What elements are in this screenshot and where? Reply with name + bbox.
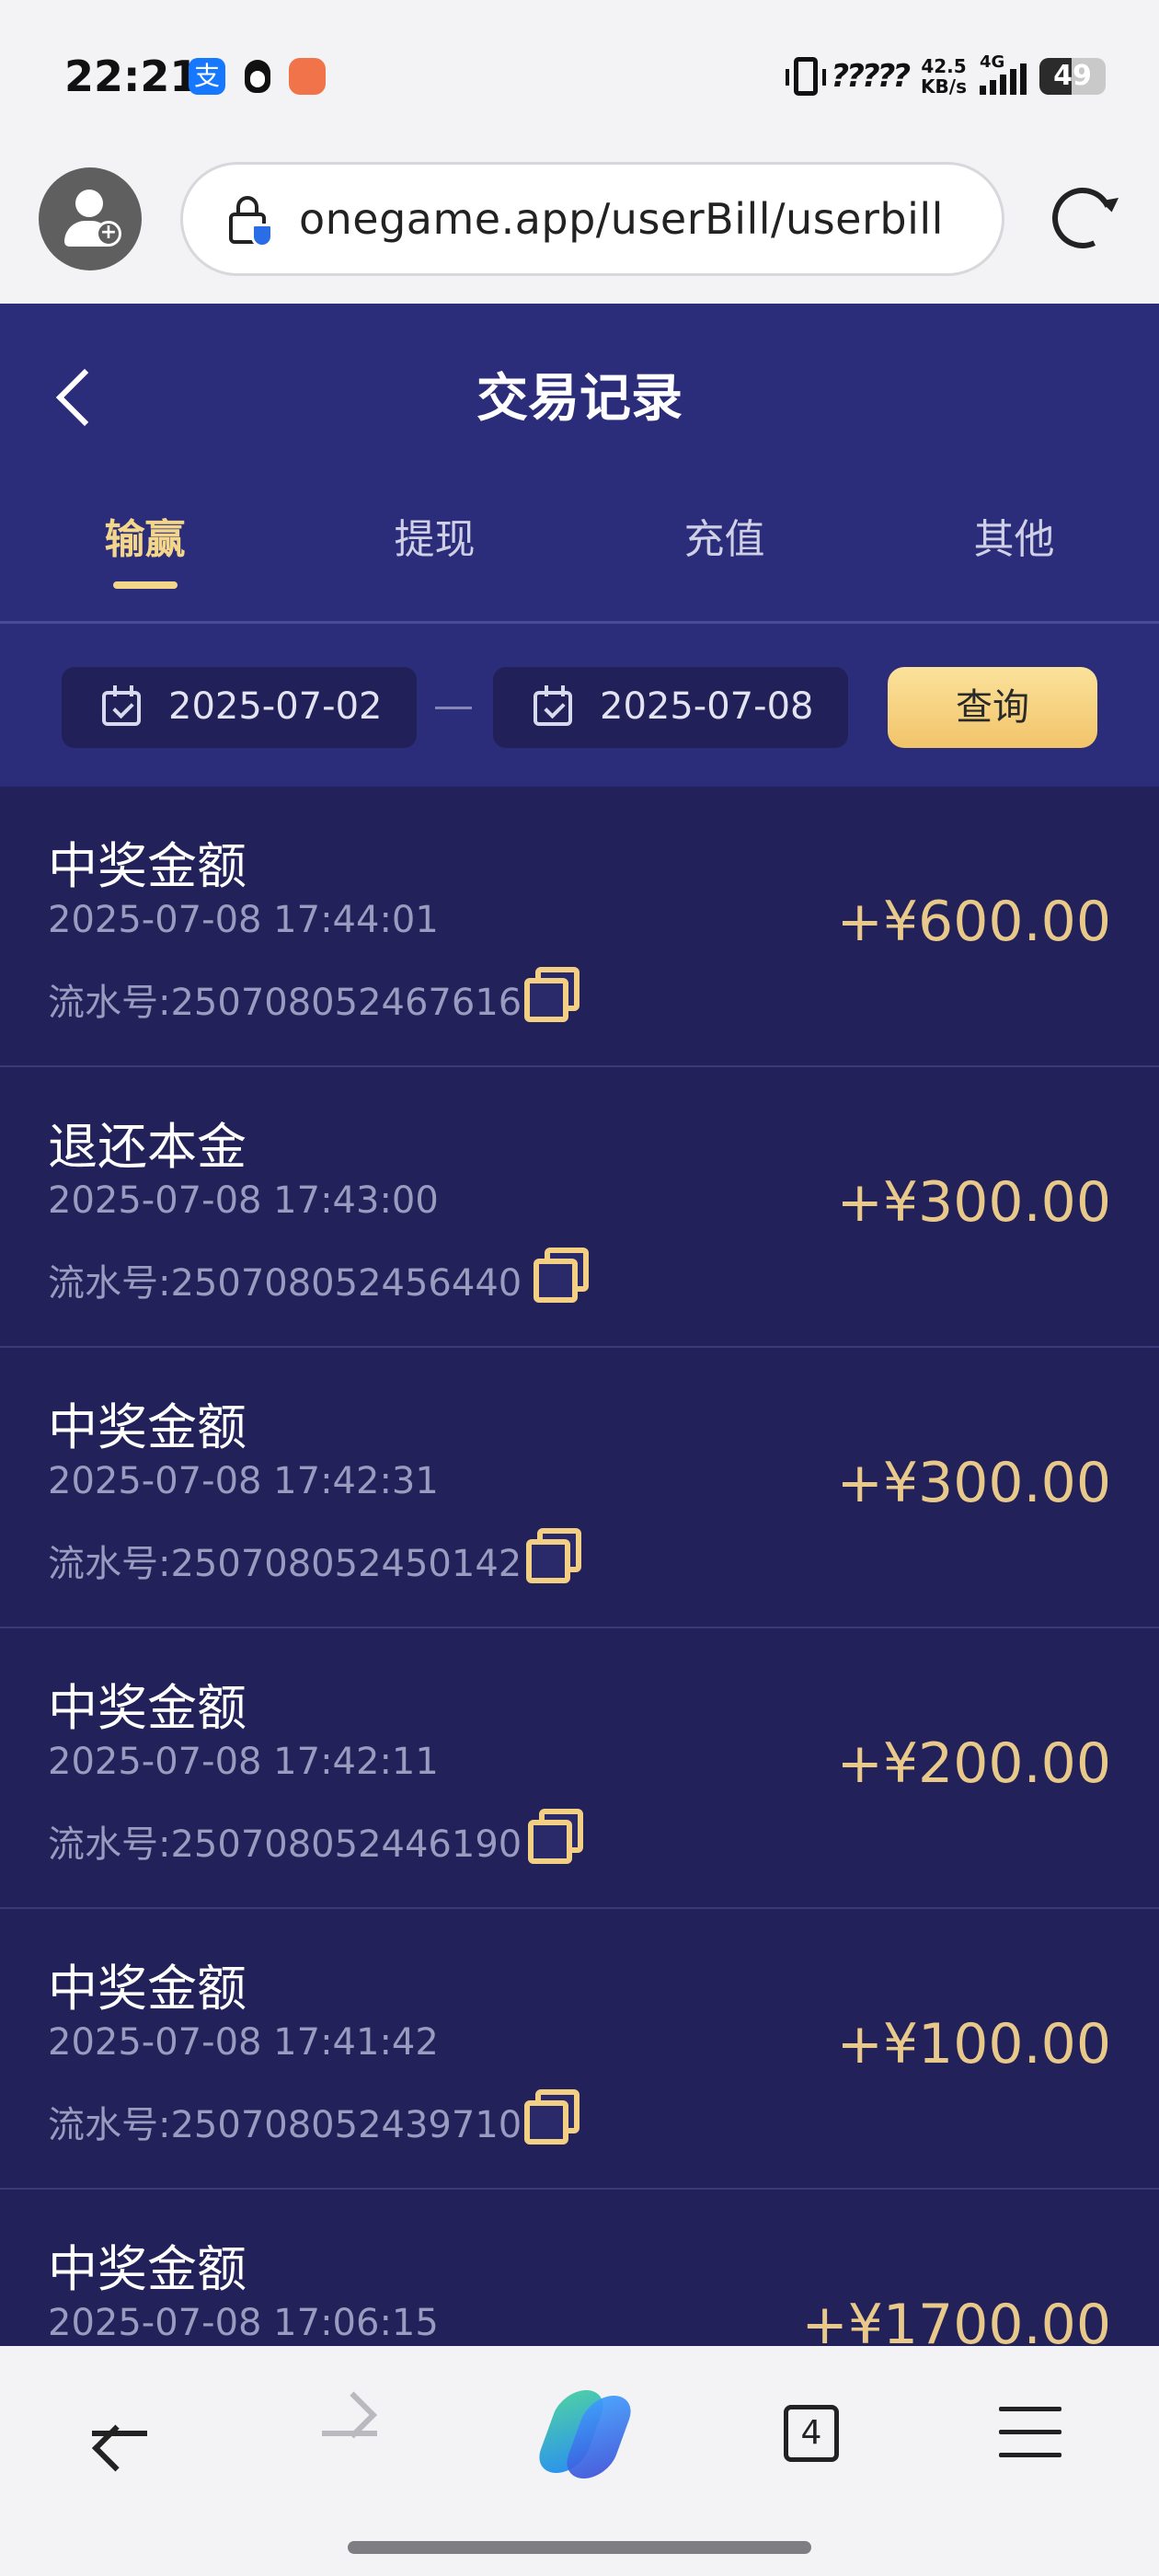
record-time: 2025-07-08 17:42:31 — [48, 1460, 439, 1502]
record-title: 中奖金额 — [48, 837, 247, 895]
record-serial: 流水号:250708052446190 — [48, 1823, 522, 1866]
end-date-picker[interactable]: 2025-07-08 — [493, 667, 848, 748]
tab-withdraw[interactable]: 提现 — [290, 506, 580, 565]
record-time: 2025-07-08 17:06:15 — [48, 2302, 439, 2344]
record-item[interactable]: 中奖金额 2025-07-08 17:42:31 流水号:25070805245… — [0, 1348, 1159, 1628]
fox-app-icon — [289, 58, 326, 95]
record-time: 2025-07-08 17:43:00 — [48, 1179, 439, 1222]
query-button[interactable]: 查询 — [888, 667, 1097, 748]
record-item[interactable]: 中奖金额 2025-07-08 17:44:01 流水号:25070805246… — [0, 787, 1159, 1067]
transaction-page: 交易记录 输赢 提现 充值 其他 2025-07-02 2025-07-08 查… — [0, 304, 1159, 2346]
profile-add-icon[interactable]: + — [39, 167, 142, 270]
start-date-picker[interactable]: 2025-07-02 — [62, 667, 417, 748]
record-serial: 流水号:250708052439710 — [48, 2104, 522, 2146]
record-tabs: 输赢 提现 充值 其他 — [0, 506, 1159, 604]
browser-bottom-nav: 4 — [0, 2346, 1159, 2576]
back-arrow-icon[interactable] — [92, 2431, 147, 2436]
signal-icon: 4G — [980, 52, 1027, 95]
menu-icon[interactable] — [999, 2407, 1061, 2458]
browser-toolbar: + onegame.app/userBill/userbill — [0, 156, 1159, 304]
battery-icon: 49 — [1039, 58, 1106, 95]
copy-icon[interactable] — [522, 963, 585, 1026]
address-bar[interactable]: onegame.app/userBill/userbill — [180, 162, 1004, 276]
copy-icon[interactable] — [526, 1805, 589, 1868]
record-amount: +¥600.00 — [836, 890, 1111, 954]
record-title: 中奖金额 — [48, 1679, 247, 1737]
record-time: 2025-07-08 17:41:42 — [48, 2021, 439, 2064]
record-item[interactable]: 中奖金额 2025-07-08 17:42:11 流水号:25070805244… — [0, 1628, 1159, 1909]
record-title: 中奖金额 — [48, 1398, 247, 1456]
record-item[interactable]: 退还本金 2025-07-08 17:43:00 流水号:25070805245… — [0, 1067, 1159, 1348]
alipay-icon: 支 — [189, 58, 225, 95]
page-header: 交易记录 输赢 提现 充值 其他 2025-07-02 2025-07-08 查… — [0, 304, 1159, 787]
qq-icon — [239, 58, 276, 95]
forward-arrow-icon[interactable] — [322, 2431, 377, 2436]
active-tab-indicator — [113, 581, 178, 589]
net-speed-unit: KB/s — [921, 75, 967, 98]
end-date-text: 2025-07-08 — [600, 685, 814, 728]
record-time: 2025-07-08 17:44:01 — [48, 899, 439, 941]
copy-icon[interactable] — [524, 1524, 587, 1587]
record-list: 中奖金额 2025-07-08 17:44:01 流水号:25070805246… — [0, 787, 1159, 2346]
calendar-icon — [534, 685, 572, 726]
record-amount: +¥300.00 — [836, 1170, 1111, 1235]
record-amount: +¥200.00 — [836, 1731, 1111, 1796]
home-indicator[interactable] — [348, 2541, 811, 2554]
record-amount: +¥300.00 — [836, 1451, 1111, 1515]
record-title: 中奖金额 — [48, 1960, 247, 2018]
record-amount: +¥1700.00 — [801, 2293, 1111, 2346]
tab-other[interactable]: 其他 — [869, 506, 1159, 565]
date-range-separator — [435, 707, 472, 709]
battery-level: 49 — [1053, 60, 1092, 92]
record-serial: 流水号:250708052456440 — [48, 1262, 522, 1305]
status-indicators: ????? 42.5 KB/s 4G 49 — [786, 52, 1106, 99]
net-speed: 42.5 KB/s — [921, 56, 967, 97]
start-date-text: 2025-07-02 — [168, 685, 383, 728]
calendar-icon — [102, 685, 141, 726]
page-title: 交易记录 — [476, 369, 683, 429]
copy-icon[interactable] — [532, 1244, 594, 1306]
url-text[interactable]: onegame.app/userBill/userbill — [299, 194, 944, 244]
tab-win-loss[interactable]: 输赢 — [0, 506, 290, 565]
record-title: 退还本金 — [48, 1118, 247, 1176]
tab-recharge[interactable]: 充值 — [580, 506, 869, 565]
tabs-icon[interactable]: 4 — [784, 2405, 839, 2462]
net-speed-value: 42.5 — [921, 55, 967, 77]
copilot-icon[interactable] — [531, 2390, 638, 2478]
reload-icon[interactable] — [1043, 178, 1122, 258]
record-amount: +¥100.00 — [836, 2012, 1111, 2076]
record-item[interactable]: 中奖金额 2025-07-08 17:41:42 流水号:25070805243… — [0, 1909, 1159, 2190]
record-time: 2025-07-08 17:42:11 — [48, 1741, 439, 1783]
hd-icon: ????? — [831, 58, 911, 95]
record-serial: 流水号:250708052450142 — [48, 1543, 522, 1585]
record-serial: 流水号:250708052467616 — [48, 982, 522, 1024]
copy-icon[interactable] — [522, 2086, 585, 2148]
status-bar: 22:21 支 ????? 42.5 KB/s 4G 49 — [0, 0, 1159, 156]
tab-divider — [0, 621, 1159, 624]
lock-shield-icon[interactable] — [227, 196, 273, 247]
status-time: 22:21 — [64, 52, 200, 101]
signal-label: 4G — [980, 52, 1005, 72]
record-item[interactable]: 中奖金额 2025-07-08 17:06:15 +¥1700.00 — [0, 2190, 1159, 2346]
record-title: 中奖金额 — [48, 2240, 247, 2298]
vibrate-icon — [786, 57, 827, 96]
